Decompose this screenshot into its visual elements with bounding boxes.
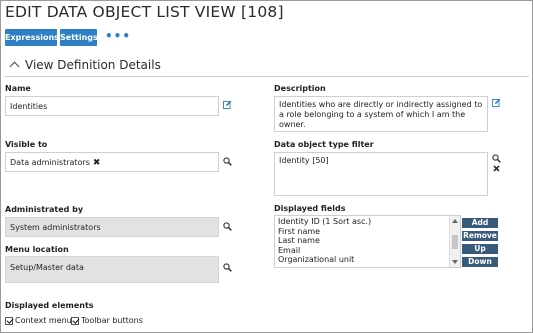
list-item[interactable]: Identity ID (1 Sort asc.) [278, 217, 457, 227]
checkbox-checked-icon[interactable] [71, 316, 79, 325]
edit-icon[interactable] [492, 98, 501, 107]
list-item[interactable]: Email [278, 246, 457, 256]
displayed-elements-label: Displayed elements [5, 301, 94, 310]
list-item[interactable]: First name [278, 227, 457, 237]
checkbox-checked-icon[interactable] [5, 316, 13, 325]
page-title: EDIT DATA OBJECT LIST VIEW [108] [5, 3, 284, 21]
visible-to-label: Visible to [5, 140, 48, 149]
down-button[interactable]: Down [462, 257, 498, 267]
toolbar-buttons-label: Toolbar buttons [81, 316, 143, 325]
list-item[interactable]: Organizational unit [278, 255, 457, 265]
more-actions-button[interactable]: ••• [105, 29, 131, 43]
administrated-by-field: System administrators [5, 217, 219, 237]
context-menu-label: Context menu [15, 316, 72, 325]
list-scrollbar[interactable] [449, 216, 460, 267]
clear-icon[interactable] [493, 165, 500, 172]
scroll-down-icon[interactable] [452, 260, 458, 264]
up-button[interactable]: Up [462, 244, 498, 254]
toolbar-buttons-checkbox[interactable]: Toolbar buttons [71, 316, 143, 325]
type-filter-field[interactable]: Identity [50] [274, 152, 488, 196]
name-input[interactable]: Identities [5, 96, 219, 116]
menu-location-field[interactable]: Setup/Master data [5, 256, 219, 283]
search-icon[interactable] [223, 263, 232, 272]
add-button[interactable]: Add [462, 218, 498, 228]
context-menu-checkbox[interactable]: Context menu [5, 316, 72, 325]
remove-button[interactable]: Remove [462, 231, 498, 241]
scroll-up-icon[interactable] [452, 219, 458, 223]
search-icon[interactable] [223, 157, 232, 166]
search-icon[interactable] [223, 222, 232, 231]
menu-location-label: Menu location [5, 245, 69, 254]
visible-to-field[interactable]: Data administrators ✖ [5, 152, 219, 172]
type-filter-label: Data object type filter [274, 140, 374, 149]
settings-button[interactable]: Settings [60, 29, 98, 46]
description-label: Description [274, 84, 326, 93]
search-icon[interactable] [492, 154, 501, 163]
section-divider [4, 76, 529, 77]
administrated-by-label: Administrated by [5, 205, 84, 214]
remove-chip-icon[interactable]: ✖ [93, 158, 101, 168]
name-label: Name [5, 84, 31, 93]
edit-icon[interactable] [223, 100, 232, 109]
section-header[interactable]: View Definition Details [9, 58, 161, 72]
visible-to-chip: Data administrators [10, 158, 90, 167]
chevron-up-icon [9, 61, 20, 72]
displayed-fields-label: Displayed fields [274, 204, 346, 213]
scrollbar-thumb[interactable] [452, 235, 458, 249]
expressions-button[interactable]: Expressions [5, 29, 59, 46]
displayed-fields-list[interactable]: Identity ID (1 Sort asc.) First name Las… [274, 215, 461, 268]
list-item[interactable]: Last name [278, 236, 457, 246]
section-title: View Definition Details [25, 58, 161, 72]
description-textarea[interactable]: Identities who are directly or indirectl… [274, 96, 488, 132]
